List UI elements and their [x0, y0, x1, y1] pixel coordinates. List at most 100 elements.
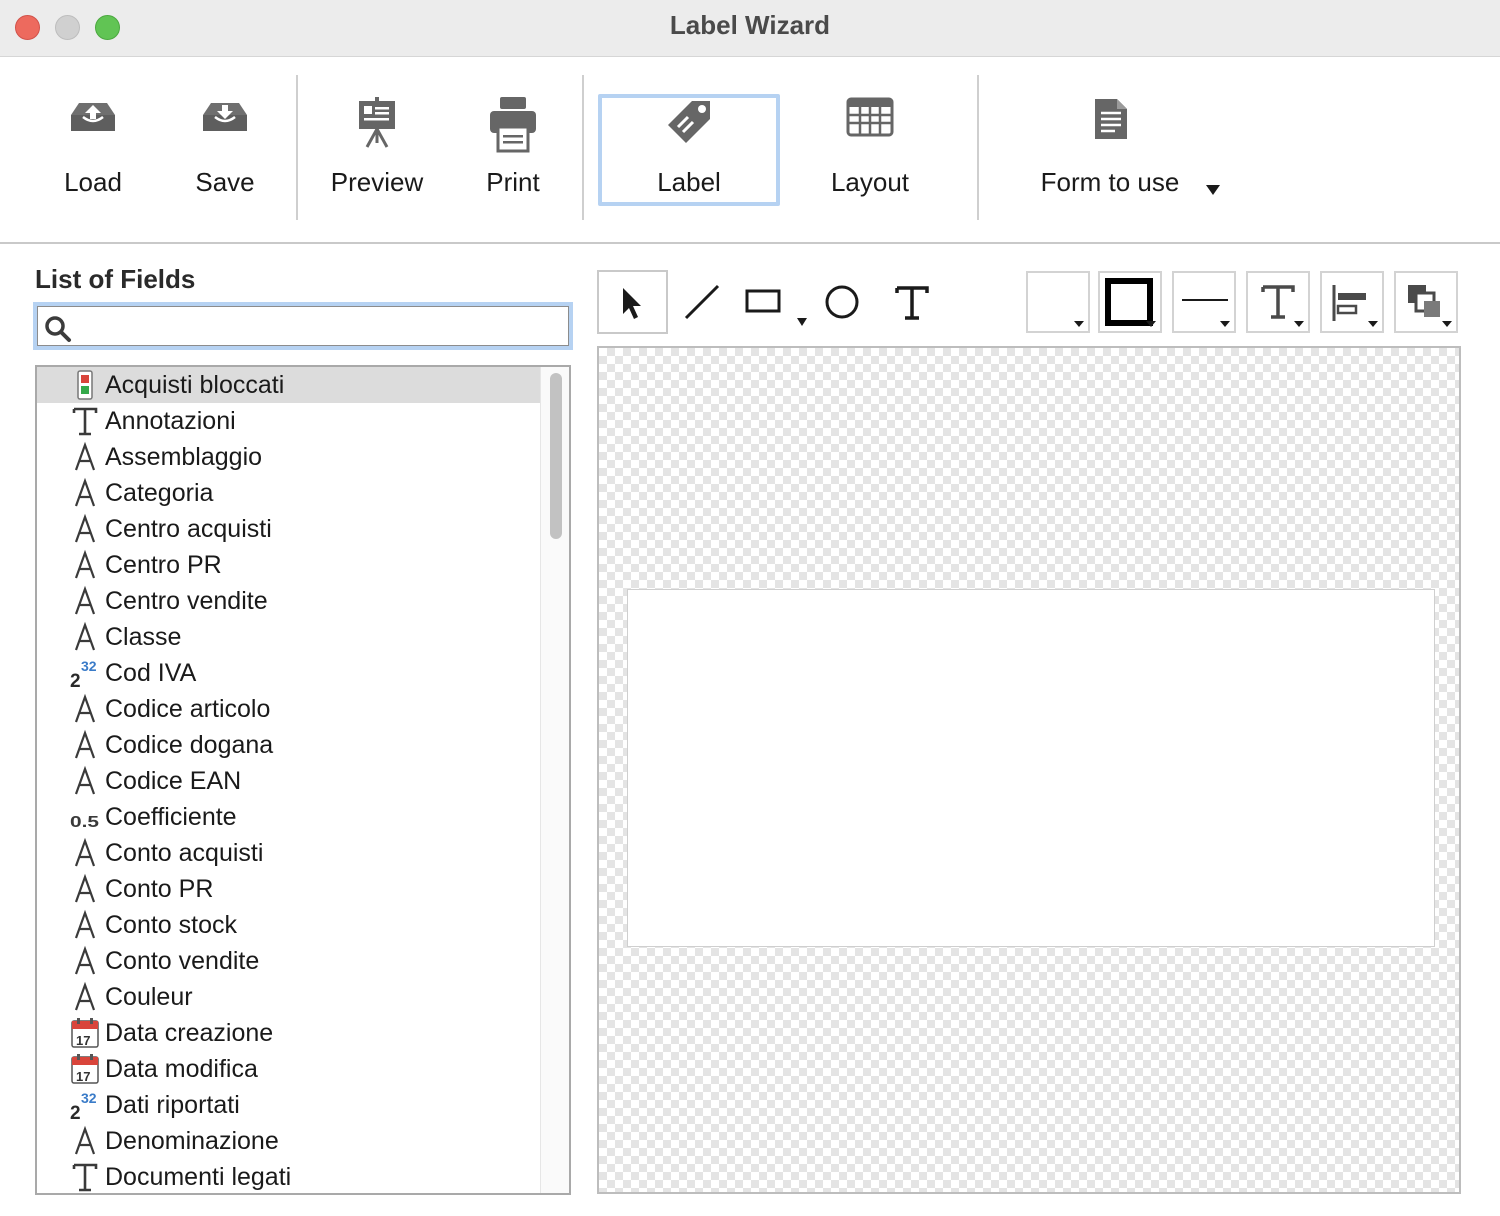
- string-type-icon: [70, 549, 100, 581]
- field-label: Denominazione: [105, 1127, 279, 1155]
- string-type-icon: [70, 873, 100, 905]
- arrange-button[interactable]: [1394, 271, 1458, 333]
- field-search-box[interactable]: [33, 302, 573, 350]
- border-color-button[interactable]: [1098, 271, 1162, 333]
- scrollbar-thumb[interactable]: [550, 373, 562, 539]
- date-type-icon: 17: [70, 1053, 100, 1085]
- string-type-icon: [70, 585, 100, 617]
- dropdown-arrow-icon: [1294, 321, 1304, 327]
- bring-to-front-icon: [1408, 285, 1440, 317]
- alignment-button[interactable]: [1320, 271, 1384, 333]
- toolbar-separator: [582, 75, 584, 220]
- field-list-item[interactable]: Centro vendite: [37, 583, 541, 619]
- select-tool-button[interactable]: [597, 270, 668, 334]
- string-type-icon: [70, 513, 100, 545]
- field-label: Data creazione: [105, 1019, 274, 1047]
- dropdown-arrow-icon: [1074, 321, 1084, 327]
- table-grid-icon: [846, 97, 894, 137]
- string-type-icon: [70, 945, 100, 977]
- window-title: Label Wizard: [669, 10, 831, 40]
- preview-button[interactable]: Preview: [312, 57, 442, 242]
- field-list-item[interactable]: Conto PR: [37, 871, 541, 907]
- text-type-icon: [70, 405, 100, 437]
- download-tray-icon: [203, 103, 247, 131]
- field-list-item[interactable]: 2 32 Cod IVA: [37, 655, 541, 692]
- search-icon: [45, 316, 71, 342]
- dropdown-arrow-icon: [1206, 185, 1220, 195]
- layout-button[interactable]: Layout: [790, 57, 950, 242]
- field-list-item[interactable]: Centro PR: [37, 547, 541, 583]
- line-style-icon: [1182, 299, 1228, 301]
- field-label: Categoria: [105, 479, 214, 507]
- field-list-item[interactable]: 17 Data creazione: [37, 1015, 541, 1051]
- circle-icon: [825, 285, 859, 319]
- field-list-item[interactable]: Codice EAN: [37, 763, 541, 799]
- integer-type-icon: 2 32: [70, 1089, 100, 1124]
- field-label: Conto acquisti: [105, 839, 264, 867]
- label-label: Label: [657, 167, 721, 197]
- field-list-item[interactable]: Classe: [37, 619, 541, 655]
- rectangle-tool-button[interactable]: [738, 270, 812, 334]
- field-list-item[interactable]: 0.5 Coefficiente: [37, 799, 541, 835]
- dropdown-arrow-icon: [1146, 321, 1156, 327]
- text-tool-button[interactable]: [886, 270, 936, 334]
- toolbar: Load Save Preview Print Label Layout For…: [0, 57, 1500, 244]
- print-label: Print: [486, 167, 540, 197]
- field-list-item[interactable]: 2 32 Dati riportati: [37, 1087, 541, 1124]
- field-label: Centro acquisti: [105, 515, 272, 543]
- upload-tray-icon: [71, 103, 115, 131]
- field-list-item[interactable]: Acquisti bloccati: [37, 367, 541, 403]
- field-label: Centro PR: [105, 551, 222, 579]
- svg-text:0.5: 0.5: [70, 814, 99, 831]
- search-input[interactable]: [81, 310, 565, 344]
- svg-text:17: 17: [76, 1069, 90, 1084]
- field-list-item[interactable]: Conto stock: [37, 907, 541, 943]
- field-list-item[interactable]: Centro acquisti: [37, 511, 541, 547]
- field-list-item[interactable]: Conto acquisti: [37, 835, 541, 871]
- field-list-item[interactable]: 17 Data modifica: [37, 1051, 541, 1087]
- line-style-button[interactable]: [1172, 271, 1236, 333]
- string-type-icon: [70, 693, 100, 725]
- dropdown-arrow-icon: [1368, 321, 1378, 327]
- fill-color-button[interactable]: [1026, 271, 1090, 333]
- form-to-use-button[interactable]: Form to use: [1010, 57, 1230, 242]
- text-style-button[interactable]: [1246, 271, 1310, 333]
- traffic-light-icon: [70, 369, 100, 401]
- field-list-item[interactable]: Codice dogana: [37, 727, 541, 763]
- font-t-icon: [1261, 285, 1295, 319]
- load-button[interactable]: Load: [28, 57, 158, 242]
- line-tool-button[interactable]: [678, 270, 728, 334]
- field-list-item[interactable]: Couleur: [37, 979, 541, 1015]
- date-type-icon: 17: [70, 1017, 100, 1049]
- field-label: Coefficiente: [105, 803, 237, 831]
- svg-text:2: 2: [70, 671, 81, 689]
- document-icon: [1095, 99, 1127, 139]
- field-list-item[interactable]: Conto vendite: [37, 943, 541, 979]
- field-label: Codice dogana: [105, 731, 274, 759]
- field-label: Data modifica: [105, 1055, 258, 1083]
- dropdown-arrow-icon: [1220, 321, 1230, 327]
- save-button[interactable]: Save: [160, 57, 290, 242]
- field-label: Codice articolo: [105, 695, 271, 723]
- ellipse-tool-button[interactable]: [818, 270, 868, 334]
- string-type-icon: [70, 765, 100, 797]
- field-label: Acquisti bloccati: [105, 371, 285, 399]
- label-area[interactable]: [627, 589, 1435, 947]
- vertical-scrollbar[interactable]: [540, 367, 569, 1193]
- dropdown-arrow-icon: [1442, 321, 1452, 327]
- field-label: Assemblaggio: [105, 443, 263, 471]
- toolbar-separator: [977, 75, 979, 220]
- field-list-item[interactable]: Codice articolo: [37, 691, 541, 727]
- field-label: Conto vendite: [105, 947, 260, 975]
- field-list-item[interactable]: Documenti legati: [37, 1159, 541, 1193]
- design-canvas[interactable]: [597, 346, 1461, 1194]
- field-label: Codice EAN: [105, 767, 242, 795]
- field-list-item[interactable]: Denominazione: [37, 1123, 541, 1159]
- string-type-icon: [70, 441, 100, 473]
- field-list-item[interactable]: Categoria: [37, 475, 541, 511]
- field-list-item[interactable]: Assemblaggio: [37, 439, 541, 475]
- label-button[interactable]: Label: [598, 57, 780, 242]
- field-label: Conto PR: [105, 875, 214, 903]
- print-button[interactable]: Print: [448, 57, 578, 242]
- field-list-item[interactable]: Annotazioni: [37, 403, 541, 439]
